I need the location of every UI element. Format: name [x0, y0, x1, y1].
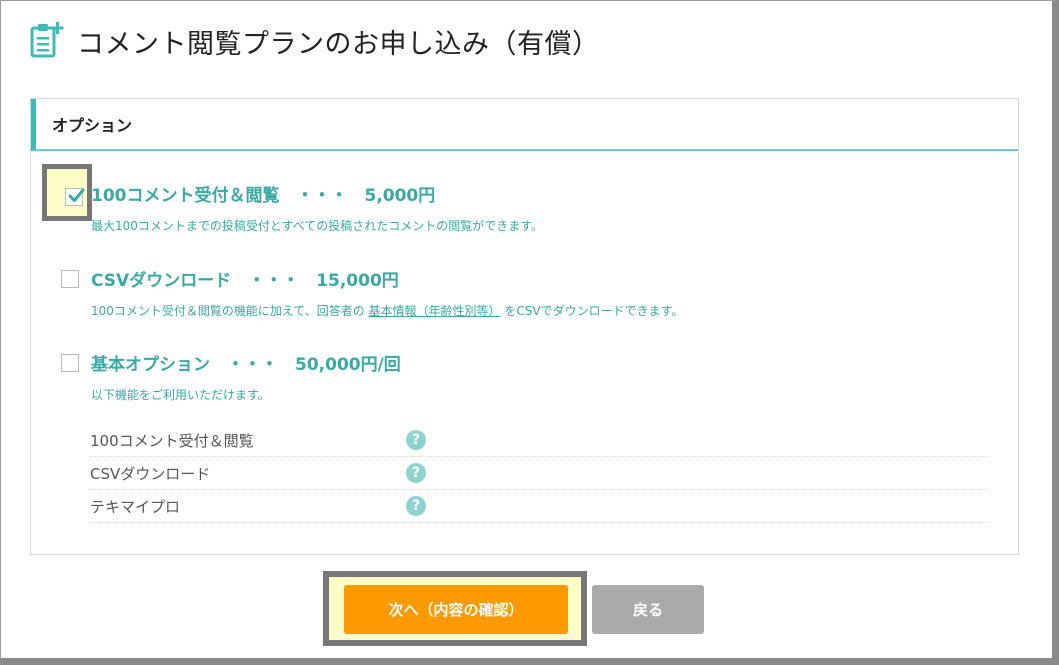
title-row: コメント閲覧プランのお申し込み（有償）	[29, 19, 600, 63]
help-icon[interactable]: ?	[406, 463, 426, 483]
feature-label: CSVダウンロード	[90, 464, 211, 483]
feature-row: CSVダウンロード ?	[90, 457, 988, 490]
basic-info-link[interactable]: 基本情報（年齢性別等）	[369, 304, 501, 318]
option-2-checkbox[interactable]	[61, 270, 79, 288]
option-2-title[interactable]: CSVダウンロード ・・・ 15,000円	[91, 266, 399, 291]
option-1-checkbox[interactable]	[65, 188, 85, 206]
clipboard-add-icon	[30, 22, 64, 58]
panel-header: オプション	[31, 99, 1018, 151]
next-button[interactable]: 次へ（内容の確認）	[344, 585, 568, 634]
back-button[interactable]: 戻る	[592, 585, 704, 634]
option-3-description: 以下機能をご利用いただけます。	[91, 388, 270, 402]
option-2-description-before: 100コメント受付＆閲覧の機能に加えて、回答者の	[91, 304, 365, 318]
option-2-description: 100コメント受付＆閲覧の機能に加えて、回答者の 基本情報（年齢性別等） をCS…	[91, 302, 683, 319]
feature-list: 100コメント受付＆閲覧 ? CSVダウンロード ? テキマイプロ ?	[90, 424, 988, 523]
option-3-title[interactable]: 基本オプション ・・・ 50,000円/回	[91, 350, 401, 375]
option-2-description-after: をCSVでダウンロードできます。	[504, 304, 684, 318]
help-icon[interactable]: ?	[406, 496, 426, 516]
option-1-title[interactable]: 100コメント受付＆閲覧 ・・・ 5,000円	[91, 181, 435, 206]
options-panel: オプション 100コメント受付＆閲覧 ・・・ 5,000円 最大100コメントま…	[30, 98, 1019, 555]
feature-row: テキマイプロ ?	[90, 490, 988, 523]
page-title: コメント閲覧プランのお申し込み（有償）	[77, 28, 600, 60]
checkmark-icon	[68, 188, 85, 202]
feature-label: テキマイプロ	[90, 497, 181, 516]
help-icon[interactable]: ?	[406, 430, 426, 450]
panel-header-label: オプション	[52, 116, 133, 135]
option-1-description: 最大100コメントまでの投稿受付とすべての投稿されたコメントの閲覧ができます。	[91, 219, 544, 233]
option-3-checkbox[interactable]	[61, 354, 79, 372]
option-1-checkbox-highlight	[42, 164, 92, 221]
feature-label: 100コメント受付＆閲覧	[90, 431, 254, 450]
window-frame: コメント閲覧プランのお申し込み（有償） オプション 100コメント受付＆閲覧 ・…	[0, 0, 1059, 665]
feature-row: 100コメント受付＆閲覧 ?	[90, 424, 988, 457]
